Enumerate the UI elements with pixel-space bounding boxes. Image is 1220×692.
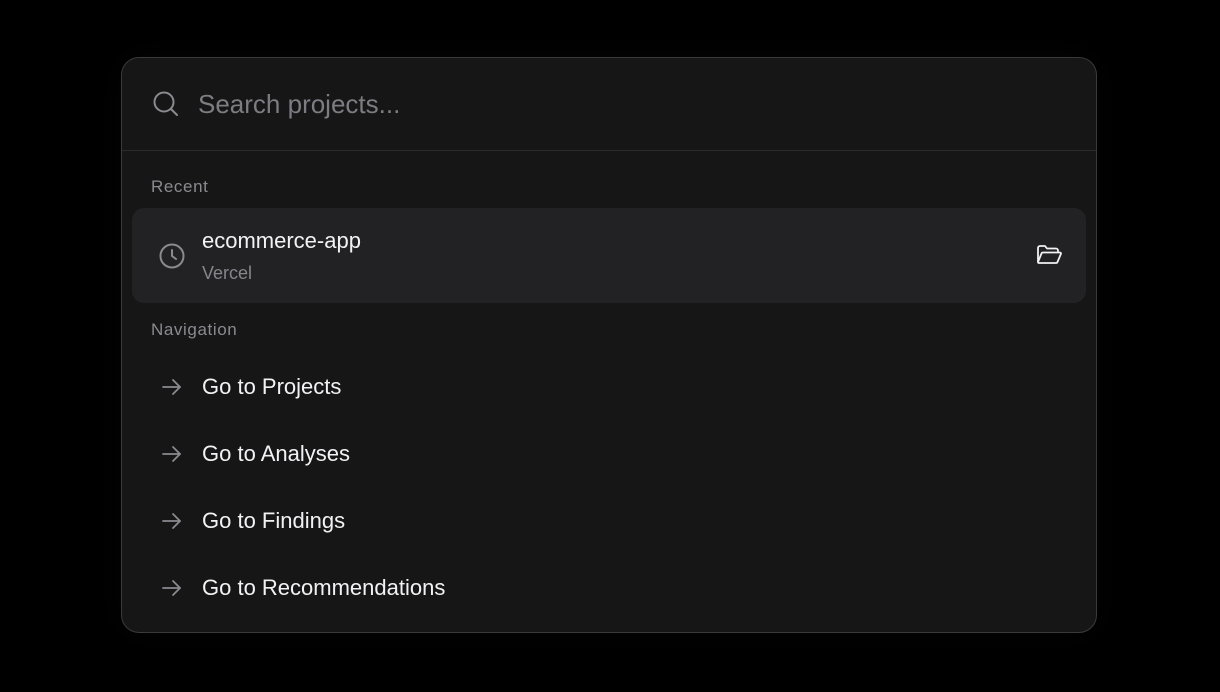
recent-item-text: ecommerce-app Vercel xyxy=(202,228,361,284)
folder-open-icon[interactable] xyxy=(1034,240,1064,270)
arrow-right-icon xyxy=(158,373,186,401)
nav-item-findings[interactable]: Go to Findings xyxy=(132,487,1086,554)
search-icon xyxy=(152,90,180,118)
nav-item-recommendations[interactable]: Go to Recommendations xyxy=(132,554,1086,621)
arrow-right-icon xyxy=(158,574,186,602)
navigation-list: Go to Projects Go to Analyses Go to Find… xyxy=(122,353,1096,621)
arrow-right-icon xyxy=(158,507,186,535)
arrow-right-icon xyxy=(158,440,186,468)
recent-item-subtitle: Vercel xyxy=(202,262,253,283)
command-palette: Recent ecommerce-app Vercel Navigation xyxy=(121,57,1097,633)
nav-item-label: Go to Recommendations xyxy=(202,574,446,600)
nav-item-label: Go to Projects xyxy=(202,373,342,399)
section-label-recent: Recent xyxy=(151,177,209,196)
clock-icon xyxy=(158,242,186,270)
nav-item-analyses[interactable]: Go to Analyses xyxy=(132,420,1086,487)
section-label-navigation: Navigation xyxy=(151,320,238,339)
search-bar xyxy=(122,58,1096,151)
nav-item-label: Go to Analyses xyxy=(202,440,350,466)
recent-item-title: ecommerce-app xyxy=(202,227,361,253)
recent-item[interactable]: ecommerce-app Vercel xyxy=(132,208,1086,303)
nav-item-label: Go to Findings xyxy=(202,507,346,533)
nav-item-projects[interactable]: Go to Projects xyxy=(132,353,1086,420)
search-input[interactable] xyxy=(198,88,1096,120)
